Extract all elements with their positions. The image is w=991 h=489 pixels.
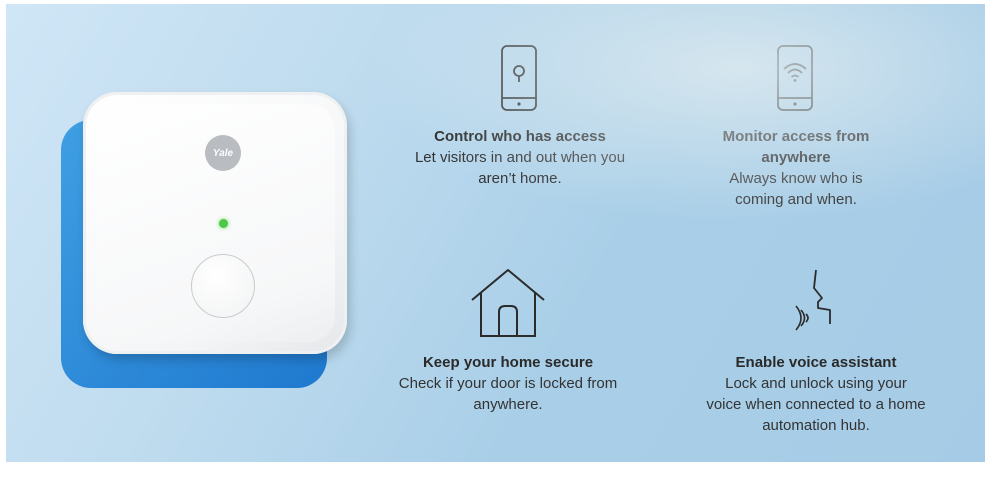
feature-description: Lock and unlock using your voice when co… <box>706 375 926 434</box>
feature-title: Monitor access from anywhere <box>722 128 870 166</box>
feature-monitor-access: Monitor access from anywhere Always know… <box>666 44 926 210</box>
hero-panel: Yale Control who has access Let visitors… <box>6 4 985 462</box>
feature-description: Always know who is coming and when. <box>729 170 863 208</box>
brand-logo: Yale <box>205 135 241 171</box>
house-icon <box>471 269 545 337</box>
smartphone-wifi-icon <box>777 45 813 111</box>
voice-profile-icon <box>795 269 831 331</box>
feature-home-secure: Keep your home secure Check if your door… <box>378 266 638 415</box>
feature-title: Keep your home secure <box>422 354 594 371</box>
feature-description: Check if your door is locked from anywhe… <box>398 375 618 413</box>
feature-voice-assistant: Enable voice assistant Lock and unlock u… <box>686 266 946 436</box>
feature-control-access: Control who has access Let visitors in a… <box>390 44 650 189</box>
feature-title: Control who has access <box>434 128 606 145</box>
smartphone-keyhole-icon <box>501 45 537 111</box>
hub-face: Yale <box>95 104 335 342</box>
feature-title: Enable voice assistant <box>735 354 897 371</box>
smart-hub-device: Yale <box>83 92 347 354</box>
hub-button <box>191 254 255 318</box>
status-led <box>219 219 228 228</box>
feature-description: Let visitors in and out when you aren’t … <box>414 149 626 187</box>
